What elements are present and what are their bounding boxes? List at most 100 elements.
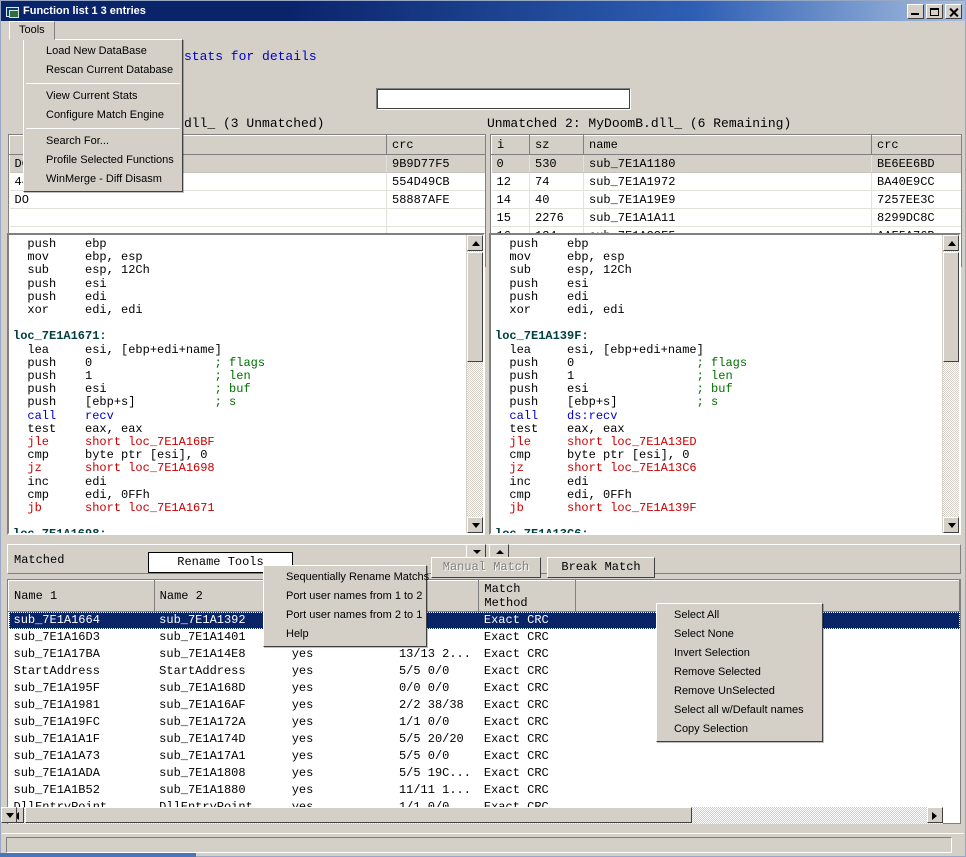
cell-name-1: sub_7E1A195F (13, 681, 100, 695)
scrollbar-thumb[interactable] (467, 252, 483, 362)
disasm-1-line-comment: ; s (214, 395, 237, 410)
cell-flag: yes (291, 681, 314, 695)
cell-match-method: Exact CRC (483, 783, 549, 797)
window-titlebar[interactable]: Function list 1 3 entries (1, 1, 965, 21)
cell-name-2: sub_7E1A14E8 (159, 647, 246, 661)
disassembly-1-scrollbar[interactable] (466, 235, 483, 533)
cell-ratio: 0/0 0/0 (398, 681, 450, 695)
tools-menu-item[interactable]: View Current Stats (24, 87, 182, 106)
cell-flag: yes (291, 783, 314, 797)
rename-menu-item[interactable]: Port user names from 2 to 1 (264, 606, 426, 625)
context-menu-item[interactable]: Remove UnSelected (657, 682, 822, 701)
cell-flag: yes (291, 715, 314, 729)
col-index[interactable]: i (491, 135, 530, 155)
rename-tools-dropdown-menu[interactable]: Sequentially Rename Matchs Port user name… (263, 565, 429, 647)
scroll-down-icon[interactable] (943, 517, 959, 533)
stats-hint-link[interactable]: stats for details (184, 49, 317, 64)
context-menu-item[interactable]: Select None (657, 625, 822, 644)
table-row[interactable]: sub_7E1A1ADA sub_7E1A1808 yes 5/5 19C... Exa… (9, 765, 960, 782)
col-name-1[interactable]: Name 1 (8, 580, 155, 612)
tools-menu-item[interactable]: Rescan Current Database (24, 61, 182, 80)
selection-context-menu[interactable]: Select All Select None Invert Selection Rem… (656, 603, 823, 742)
disasm-1-line: sub esp, 12Ch (13, 263, 150, 278)
table-row[interactable]: 14 40 sub_7E1A19E9 7257EE3C (491, 190, 961, 209)
tools-menu-item[interactable]: Search For... (24, 132, 182, 151)
disasm-2-line: sub esp, 12Ch (495, 263, 632, 278)
context-menu-item[interactable]: Copy Selection (657, 720, 822, 739)
rename-menu-item[interactable]: Sequentially Rename Matchs (264, 568, 429, 587)
cell-name-2: sub_7E1A174D (159, 732, 246, 746)
table-row[interactable]: 15 2276 sub_7E1A1A11 8299DC8C (491, 208, 961, 227)
maximize-button[interactable] (926, 3, 943, 19)
col-size[interactable]: sz (529, 135, 584, 155)
matched-table-scroll-down-icon[interactable] (1, 807, 17, 823)
matched-table-hscrollbar[interactable] (8, 807, 943, 824)
tools-menu-item[interactable]: Configure Match Engine (24, 106, 182, 125)
col-crc[interactable]: crc (386, 135, 485, 155)
context-menu-item[interactable]: Remove Selected (657, 663, 822, 682)
scroll-up-icon[interactable] (467, 235, 483, 251)
table-row[interactable]: 12 74 sub_7E1A1972 BA40E9CC (491, 172, 961, 191)
disasm-2-line: loc_7E1A139F: (495, 329, 589, 344)
disasm-1-line: call recv (13, 408, 114, 423)
cell-name-2: sub_7E1A17A1 (159, 749, 246, 763)
table-row[interactable]: sub_7E1A1B52 sub_7E1A1880 yes 11/11 1... Exa… (9, 782, 960, 799)
cell-match-method: Exact CRC (483, 749, 549, 763)
cell-name-1: sub_7E1A19FC (13, 715, 100, 729)
scroll-up-icon[interactable] (943, 235, 959, 251)
tools-menu-item[interactable]: WinMerge - Diff Disasm (24, 170, 182, 189)
cell-match-method: Exact CRC (483, 630, 549, 644)
cell-flag: yes (291, 766, 314, 780)
table-row[interactable]: 0 530 sub_7E1A1180 BE6EE6BD (491, 154, 961, 173)
disassembly-pane-2[interactable]: push ebp mov ebp, esp sub esp, 12Ch push… (489, 233, 961, 535)
scrollbar-thumb[interactable] (943, 252, 959, 362)
menu-tools[interactable]: Tools (9, 21, 55, 40)
rename-menu-item[interactable]: Port user names from 1 to 2 (264, 587, 426, 606)
cell-ratio: 5/5 0/0 (398, 749, 450, 763)
hscrollbar-thumb[interactable] (25, 807, 692, 823)
cell-crc: 8299DC8C (871, 208, 961, 227)
disassembly-pane-1[interactable]: push ebp mov ebp, esp sub esp, 12Ch push… (7, 233, 485, 535)
close-button[interactable] (945, 3, 962, 19)
disasm-2-line: push [ebp+s] ; s (495, 396, 942, 409)
search-input[interactable] (376, 88, 631, 110)
tools-menu-item[interactable]: Load New DataBase (24, 42, 182, 61)
disasm-1-line-code: push esi (13, 382, 215, 397)
disassembly-2-scrollbar[interactable] (942, 235, 959, 533)
cell-name-1: StartAddress (13, 664, 100, 678)
disasm-1-line: inc edi (13, 474, 107, 489)
cell-crc: BE6EE6BD (871, 154, 961, 173)
cell-size: 74 (529, 172, 584, 191)
tools-menu-item[interactable]: Profile Selected Functions (24, 151, 182, 170)
cell-match-method: Exact CRC (478, 611, 576, 629)
cell-crc: 554D49CB (386, 172, 485, 191)
disasm-2-line: jz short loc_7E1A13C6 (495, 461, 697, 476)
context-menu-item[interactable]: Select All (657, 606, 822, 625)
cell-ratio: 5/5 0/0 (398, 664, 450, 678)
table-row[interactable]: sub_7E1A1A73 sub_7E1A17A1 yes 5/5 0/0 Exact … (9, 748, 960, 765)
move-up-button[interactable] (489, 544, 509, 558)
context-menu-item[interactable]: Select all w/Default names (657, 701, 822, 720)
minimize-button[interactable] (907, 3, 924, 19)
cell-crc: 58887AFE (386, 190, 485, 209)
cell-match-method: Exact CRC (483, 664, 549, 678)
move-down-button[interactable] (466, 544, 486, 558)
disasm-2-line-code: push esi (495, 382, 697, 397)
tools-dropdown-menu[interactable]: Load New DataBase Rescan Current Database… (23, 39, 183, 192)
manual-match-button[interactable]: Manual Match (431, 557, 541, 578)
disasm-1-line-code: push 0 (13, 355, 215, 370)
disasm-2-line: inc edi (495, 474, 589, 489)
table-row[interactable]: DO 58887AFE (9, 190, 485, 209)
context-menu-item[interactable]: Invert Selection (657, 644, 822, 663)
cell-name-2: sub_7E1A1880 (159, 783, 246, 797)
table-row[interactable] (9, 208, 485, 227)
break-match-button[interactable]: Break Match (547, 557, 655, 578)
scroll-right-icon[interactable] (927, 807, 943, 823)
rename-menu-item[interactable]: Help (264, 625, 426, 644)
cell-index: 0 (491, 154, 530, 173)
col-match-method[interactable]: Match Method (478, 580, 576, 612)
disasm-2-line: call ds:recv (495, 408, 618, 423)
col-crc[interactable]: crc (871, 135, 961, 155)
scroll-down-icon[interactable] (467, 517, 483, 533)
col-name[interactable]: name (583, 135, 872, 155)
